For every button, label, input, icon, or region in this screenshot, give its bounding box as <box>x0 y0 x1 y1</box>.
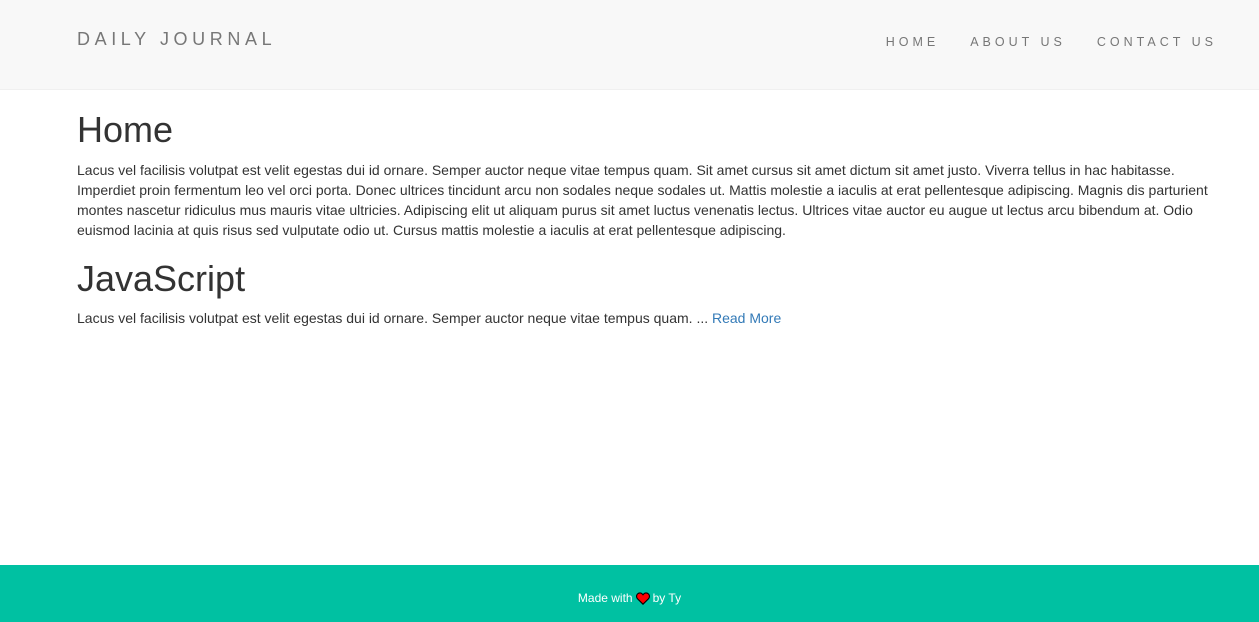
footer-credit: Made with by Ty <box>0 591 1259 608</box>
footer-author: by Ty <box>652 591 682 605</box>
nav-item-about: ABOUT US <box>970 33 1066 51</box>
nav-link-about-us[interactable]: ABOUT US <box>970 35 1066 49</box>
post-title: JavaScript <box>77 258 246 299</box>
nav-item-home: HOME <box>886 33 940 51</box>
footer: Made with by Ty <box>0 565 1259 622</box>
heart-icon <box>635 592 650 608</box>
navbar: DAILY JOURNAL HOME ABOUT US CONTACT US <box>0 0 1259 90</box>
footer-made-with: Made with <box>577 591 633 605</box>
read-more-link[interactable]: Read More <box>712 310 781 326</box>
brand-link[interactable]: DAILY JOURNAL <box>77 29 276 50</box>
post-excerpt-paragraph: Lacus vel facilisis volutpat est velit e… <box>77 308 1212 328</box>
post-excerpt: Lacus vel facilisis volutpat est velit e… <box>77 310 709 326</box>
home-intro-text: Lacus vel facilisis volutpat est velit e… <box>77 162 1208 238</box>
nav-link-home[interactable]: HOME <box>886 35 940 49</box>
nav-link-contact-us[interactable]: CONTACT US <box>1097 35 1217 49</box>
nav-item-contact: CONTACT US <box>1097 33 1217 51</box>
page-title: Home <box>77 109 174 150</box>
nav-links: HOME ABOUT US CONTACT US <box>855 33 1217 51</box>
